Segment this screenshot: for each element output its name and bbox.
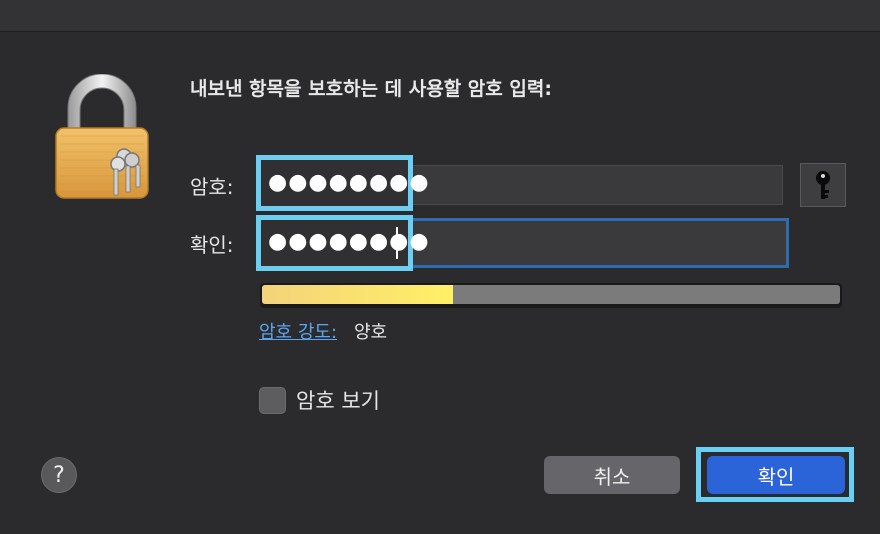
key-icon [816,171,830,199]
cancel-button[interactable]: 취소 [544,456,680,494]
password-strength-track [262,285,840,304]
dialog-prompt: 내보낸 항목을 보호하는 데 사용할 암호 입력: [190,78,552,100]
password-label: 암호: [190,175,234,199]
help-button[interactable]: ? [41,457,77,493]
confirm-value: ●●●●●●●● [268,229,430,254]
confirm-field-background [403,218,789,268]
lock-icon [55,74,149,199]
password-strength-link[interactable]: 암호 강도: [259,318,337,344]
password-strength-meter [260,283,842,308]
show-password-checkbox[interactable] [259,387,286,414]
password-strength-fill [262,285,453,304]
title-bar [0,0,880,32]
confirm-label: 확인: [190,233,234,257]
show-password-label[interactable]: 암호 보기 [296,385,380,415]
password-assistant-button[interactable] [800,163,846,207]
text-caret [396,227,398,259]
password-value: ●●●●●●●● [268,170,430,195]
ok-button[interactable]: 확인 [707,456,845,494]
password-strength-value: 양호 [354,322,388,343]
password-field-background [410,165,783,205]
